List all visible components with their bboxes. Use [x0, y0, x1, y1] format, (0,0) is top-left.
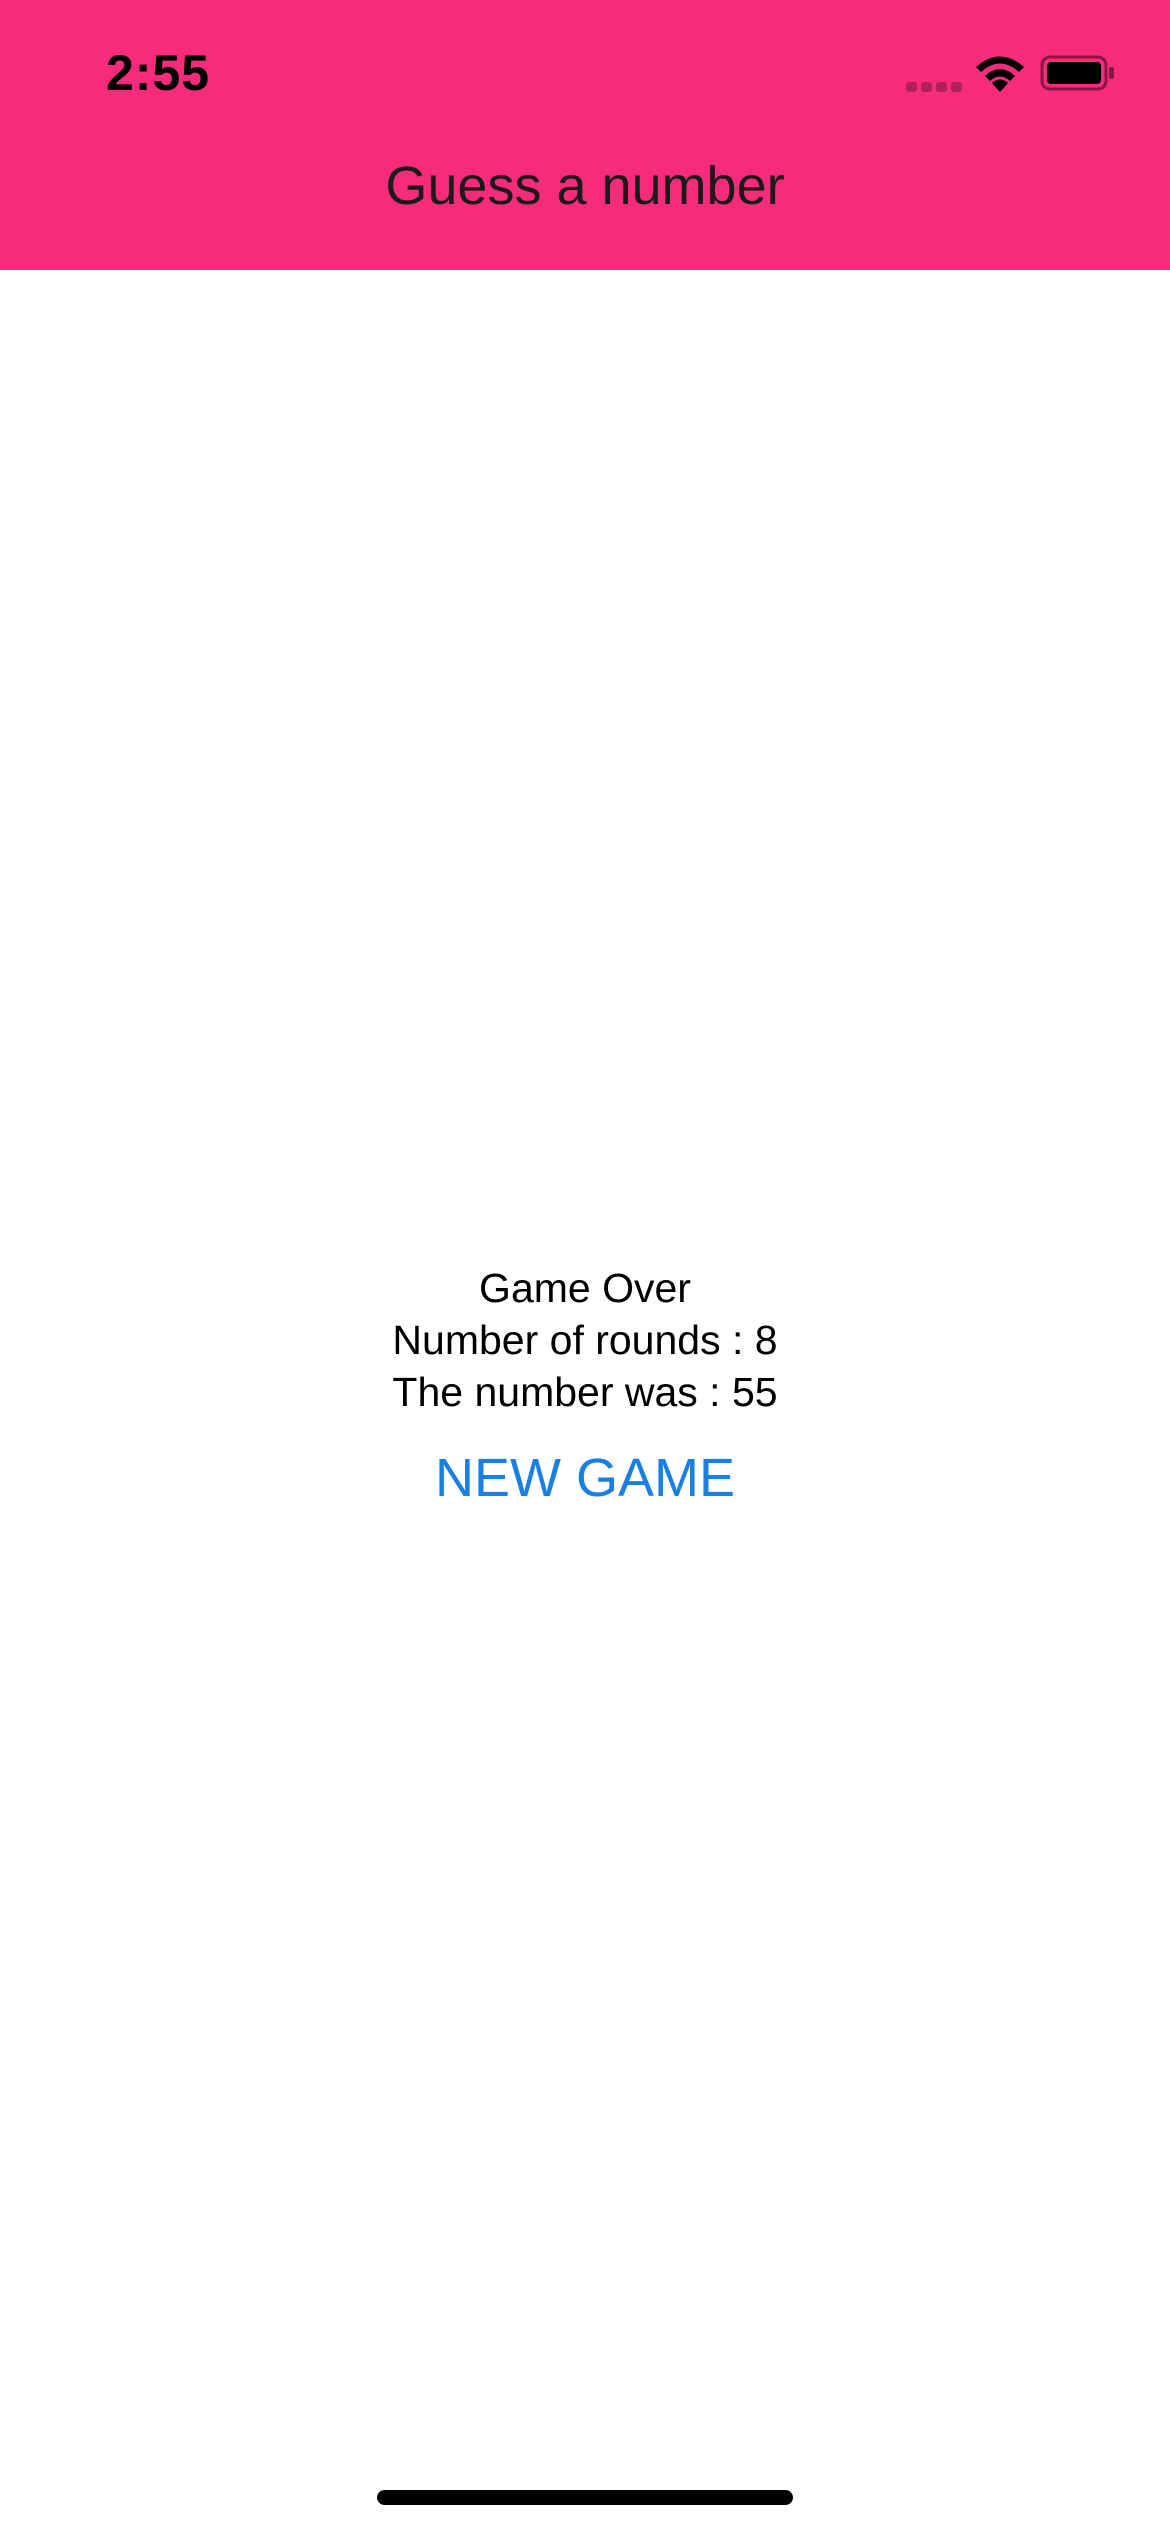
- status-time: 2:55: [106, 45, 211, 101]
- answer-number-text: The number was : 55: [392, 1369, 778, 1415]
- wifi-icon: [976, 56, 1024, 92]
- game-over-panel: Game Over Number of rounds : 8 The numbe…: [0, 1262, 1170, 1510]
- rounds-count-text: Number of rounds : 8: [392, 1317, 778, 1363]
- page-title: Guess a number: [385, 156, 785, 216]
- signal-bar-4: [951, 82, 962, 92]
- header-bar: 2:55 Guess a number: [0, 0, 1170, 270]
- home-indicator[interactable]: [377, 2490, 793, 2505]
- battery-icon: [1040, 55, 1114, 91]
- game-over-heading: Game Over: [479, 1265, 691, 1311]
- new-game-button[interactable]: NEW GAME: [435, 1446, 735, 1510]
- cellular-signal-icon: [906, 82, 962, 92]
- signal-bar-2: [921, 82, 932, 92]
- signal-bar-1: [906, 82, 917, 92]
- signal-bar-3: [936, 82, 947, 92]
